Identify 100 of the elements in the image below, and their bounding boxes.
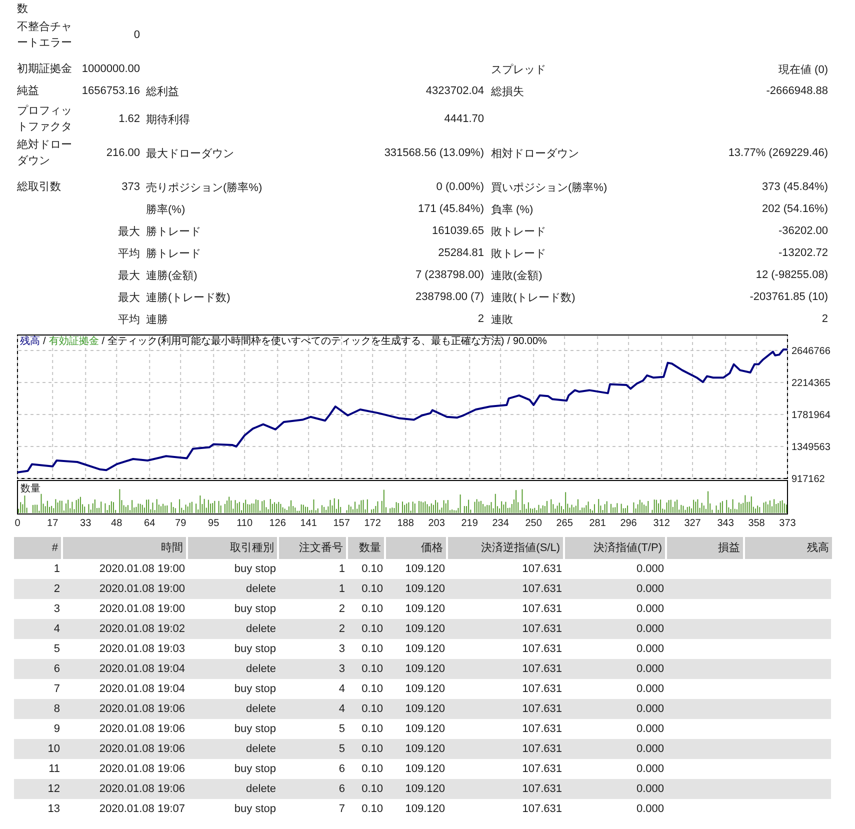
- table-cell: delete: [246, 583, 276, 595]
- x-axis-label: 358: [748, 518, 765, 529]
- table-cell: 0.10: [362, 623, 383, 635]
- stat-qualifier: 最大: [118, 226, 140, 238]
- stat-label: 初期証拠金: [17, 62, 72, 77]
- stat-value: 1.62: [118, 113, 140, 125]
- table-cell: 109.120: [405, 723, 445, 735]
- table-cell: delete: [246, 743, 276, 755]
- stat-value: 0: [134, 29, 140, 41]
- table-cell: 0.10: [362, 763, 383, 775]
- table-cell: buy stop: [234, 683, 276, 695]
- table-cell: 0.000: [636, 683, 664, 695]
- table-cell: 109.120: [405, 743, 445, 755]
- x-axis-label: 17: [47, 518, 58, 529]
- table-cell: 107.631: [522, 563, 562, 575]
- table-cell: 12: [48, 783, 60, 795]
- stat-value: 373: [122, 181, 140, 193]
- column-header: 時間: [63, 537, 188, 559]
- table-cell: 0.000: [636, 783, 664, 795]
- table-cell: 6: [54, 663, 60, 675]
- table-cell: 0.000: [636, 743, 664, 755]
- stat-value: 12 (-98255.08): [756, 269, 828, 281]
- stat-value: 373 (45.84%): [762, 181, 828, 193]
- table-cell: 9: [54, 723, 60, 735]
- table-cell: 10: [48, 743, 60, 755]
- x-axis-label: 219: [461, 518, 478, 529]
- stat-label: 総利益: [146, 86, 179, 98]
- table-cell: 0.10: [362, 603, 383, 615]
- table-cell: 107.631: [522, 643, 562, 655]
- table-cell: buy stop: [234, 643, 276, 655]
- stat-qualifier: 最大: [118, 270, 140, 282]
- legend-separator: /: [102, 336, 105, 348]
- stat-value: 216.00: [106, 147, 140, 159]
- stat-label: 不整合チャートエラー: [17, 20, 73, 51]
- stat-value: 0 (0.00%): [436, 181, 484, 193]
- table-cell: 0.000: [636, 603, 664, 615]
- stat-label: 勝率(%): [146, 204, 186, 216]
- table-cell: 4: [54, 623, 60, 635]
- table-cell: 6: [338, 783, 345, 795]
- table-cell: buy stop: [234, 723, 276, 735]
- table-cell: 2020.01.08 19:00: [99, 563, 185, 575]
- stat-value: 7 (238798.00): [416, 269, 484, 281]
- table-cell: 0.000: [636, 583, 664, 595]
- table-cell: 7: [338, 803, 345, 815]
- x-axis-label: 33: [80, 518, 92, 529]
- x-axis-label: 373: [779, 518, 796, 529]
- y-axis-label: 1781964: [792, 410, 830, 421]
- stat-qualifier: 平均: [118, 248, 140, 260]
- table-cell: buy stop: [234, 603, 276, 615]
- stat-label: 相対ドローダウン: [491, 148, 579, 160]
- stat-label: 敗トレード: [491, 226, 546, 238]
- stat-label: 勝トレード: [146, 226, 201, 238]
- table-cell: 3: [338, 663, 345, 675]
- stat-label: 総取引数: [17, 180, 61, 195]
- table-cell: 2: [338, 603, 345, 615]
- table-cell: buy stop: [234, 563, 276, 575]
- stat-value: -2666948.88: [766, 85, 828, 97]
- table-cell: 2020.01.08 19:02: [99, 623, 185, 635]
- table-cell: 0.000: [636, 703, 664, 715]
- table-cell: 11: [48, 763, 60, 775]
- table-cell: 2: [54, 583, 60, 595]
- stat-label: 絶対ドローダウン: [17, 138, 73, 169]
- table-cell: 109.120: [405, 663, 445, 675]
- x-axis-label: 281: [589, 518, 606, 529]
- column-header: 取引種別: [188, 537, 279, 559]
- table-cell: 6: [338, 763, 345, 775]
- table-cell: 8: [54, 703, 60, 715]
- x-axis-label: 95: [208, 518, 220, 529]
- table-cell: 0.000: [636, 623, 664, 635]
- x-axis-label: 296: [620, 518, 637, 529]
- table-cell: 2020.01.08 19:06: [99, 743, 185, 755]
- legend-label: 全ティック(利用可能な最小時間枠を使いすべてのティックを生成する、最も正確な方法): [108, 336, 504, 348]
- table-cell: 3: [54, 603, 60, 615]
- table-cell: 0.000: [636, 723, 664, 735]
- x-axis-label: 265: [556, 518, 573, 529]
- stat-label: スプレッド: [491, 64, 546, 76]
- table-cell: 4: [338, 683, 345, 695]
- column-header: 残高: [745, 537, 832, 559]
- table-cell: buy stop: [234, 763, 276, 775]
- table-cell: 107.631: [522, 683, 562, 695]
- x-axis-label: 203: [428, 518, 445, 529]
- table-cell: 109.120: [405, 703, 445, 715]
- stat-value: 2: [478, 313, 484, 325]
- table-cell: 107.631: [522, 803, 562, 815]
- stat-label: 純益: [17, 84, 39, 99]
- stat-label: 連勝(トレード数): [146, 292, 230, 304]
- stat-value: 238798.00 (7): [416, 291, 484, 303]
- column-header: 注文番号: [279, 537, 348, 559]
- x-axis-label: 343: [717, 518, 734, 529]
- stat-label: 連敗(金額): [491, 270, 542, 282]
- table-cell: 0.10: [362, 563, 383, 575]
- volume-panel-label: 数量: [20, 484, 40, 494]
- table-cell: 0.10: [362, 703, 383, 715]
- table-cell: 0.000: [636, 803, 664, 815]
- y-axis-label: 917162: [792, 474, 825, 485]
- table-cell: 13: [48, 803, 60, 815]
- legend-label: 有効証拠金: [48, 336, 99, 348]
- column-header: 決済逆指値(S/L): [448, 537, 565, 559]
- table-cell: 109.120: [405, 563, 445, 575]
- stat-label: 総損失: [491, 86, 524, 98]
